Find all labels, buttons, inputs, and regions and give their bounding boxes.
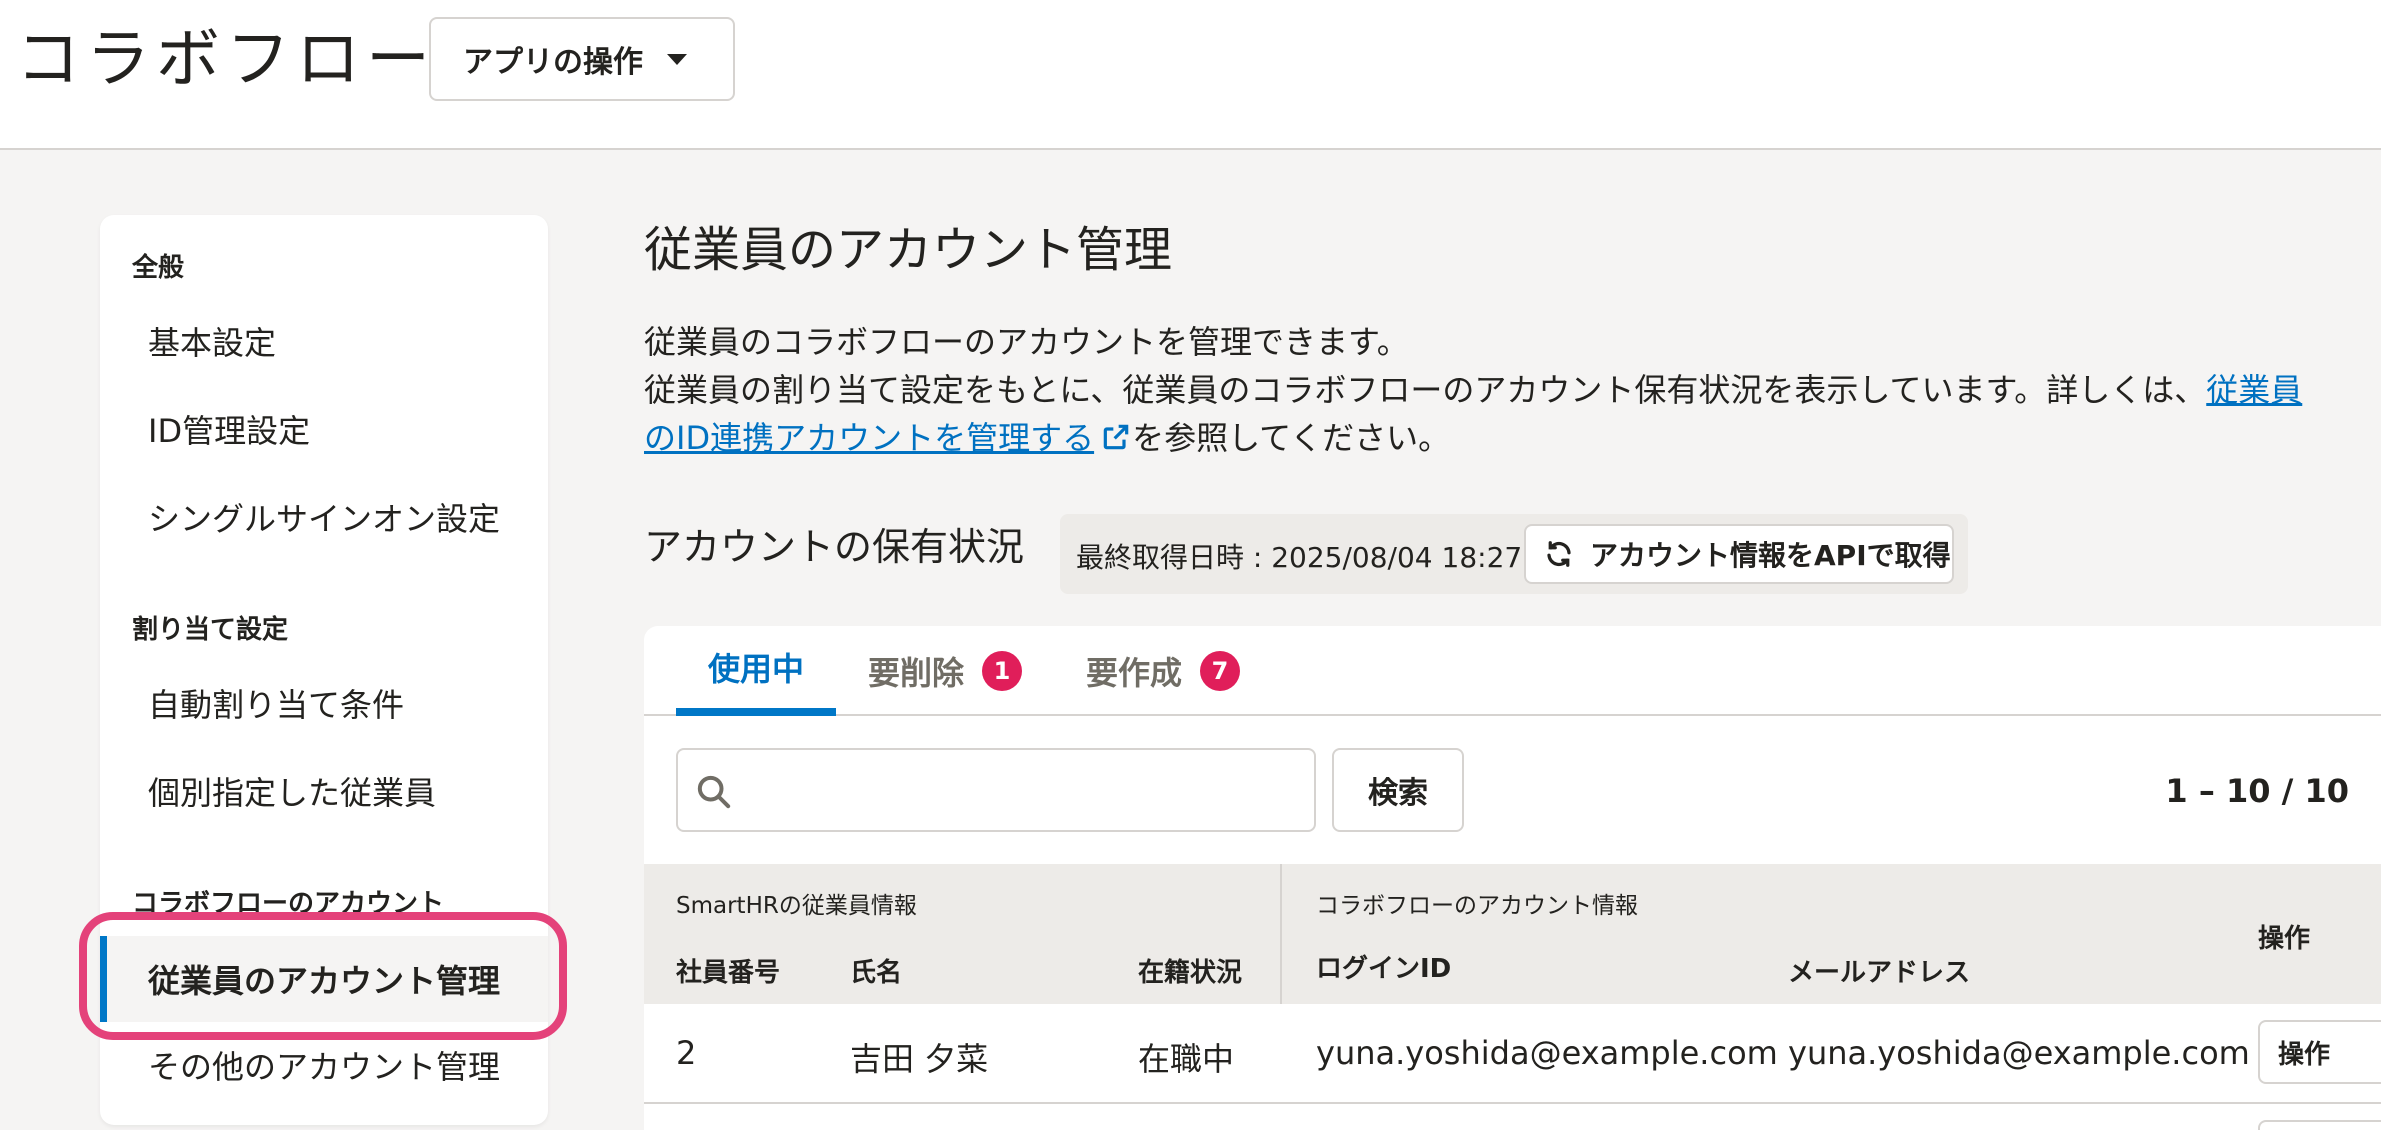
fetch-accounts-label: アカウント情報をAPIで取得 bbox=[1590, 539, 1951, 572]
cell-employee-number: 2 bbox=[676, 1034, 697, 1072]
app-title: コラボフロー bbox=[16, 23, 436, 97]
cell-login-id: yuna.yoshida@example.com bbox=[1316, 1034, 1778, 1072]
tab-in-use[interactable]: 使用中 bbox=[676, 626, 837, 716]
caret-down-icon bbox=[667, 53, 687, 65]
cell-email: yuna.yoshida@example.com bbox=[1788, 1034, 2250, 1072]
page-description: 従業員のコラボフローのアカウントを管理できます。 従業員の割り当て設定をもとに、… bbox=[644, 318, 2334, 466]
count-badge: 7 bbox=[1200, 651, 1241, 691]
sidebar-section-assignment: 割り当て設定 bbox=[132, 615, 289, 645]
sidebar: 全般 基本設定 ID管理設定 シングルサインオン設定 割り当て設定 自動割り当て… bbox=[100, 215, 548, 1125]
description-line-1: 従業員のコラボフローのアカウントを管理できます。 bbox=[644, 323, 1409, 361]
last-fetched-time: 最終取得日時 : 2025/08/04 18:27 bbox=[1076, 541, 1523, 574]
sidebar-item-employee-accounts[interactable]: 従業員のアカウント管理 bbox=[100, 936, 548, 1022]
col-email: メールアドレス bbox=[1788, 958, 1971, 988]
cell-status: 在職中 bbox=[1138, 1040, 1235, 1078]
sidebar-item-individual-employees[interactable]: 個別指定した従業員 bbox=[100, 751, 548, 831]
row-operations-button[interactable] bbox=[2258, 1120, 2381, 1130]
tab-bar: 使用中 要削除 1 要作成 7 bbox=[644, 626, 2381, 716]
cell-name: 吉田 夕菜 bbox=[850, 1040, 989, 1078]
app-operations-label: アプリの操作 bbox=[463, 45, 643, 80]
col-name: 氏名 bbox=[850, 958, 903, 988]
accounts-panel: 使用中 要削除 1 要作成 7 検索 1 – 10 / 10 SmartHRの従… bbox=[644, 626, 2381, 1130]
tab-needs-creation-label: 要作成 bbox=[1086, 654, 1183, 692]
sidebar-section-accounts: コラボフローのアカウント bbox=[132, 889, 445, 919]
count-badge: 1 bbox=[982, 651, 1023, 691]
search-button[interactable]: 検索 bbox=[1332, 748, 1464, 832]
column-divider bbox=[1280, 864, 1282, 1004]
sidebar-item-basic-settings[interactable]: 基本設定 bbox=[100, 301, 548, 381]
col-login-id: ログインID bbox=[1316, 954, 1452, 984]
group-smarthr-info: SmartHRの従業員情報 bbox=[676, 893, 917, 919]
table-row: 2 吉田 夕菜 在職中 yuna.yoshida@example.com yun… bbox=[644, 1004, 2381, 1104]
sidebar-item-id-settings[interactable]: ID管理設定 bbox=[100, 389, 548, 469]
refresh-icon bbox=[1547, 541, 1571, 567]
description-prefix: 従業員の割り当て設定をもとに、従業員のコラボフローのアカウント保有状況を表示して… bbox=[644, 371, 2207, 409]
sidebar-item-auto-assign[interactable]: 自動割り当て条件 bbox=[100, 663, 548, 743]
sidebar-section-general: 全般 bbox=[132, 253, 185, 283]
col-employment-status: 在籍状況 bbox=[1138, 958, 1243, 988]
row-operations-button[interactable]: 操作 bbox=[2258, 1020, 2381, 1084]
search-icon bbox=[697, 775, 731, 809]
external-link-icon bbox=[1100, 418, 1132, 466]
search-input[interactable] bbox=[676, 748, 1316, 832]
sidebar-item-sso-settings[interactable]: シングルサインオン設定 bbox=[100, 477, 548, 557]
tab-needs-deletion-label: 要削除 bbox=[868, 654, 965, 692]
tab-in-use-label: 使用中 bbox=[708, 650, 805, 688]
page-title: 従業員のアカウント管理 bbox=[644, 222, 1173, 278]
group-collaboflow-info: コラボフローのアカウント情報 bbox=[1316, 893, 1638, 919]
tab-needs-deletion[interactable]: 要削除 1 bbox=[868, 626, 1023, 716]
fetch-box: 最終取得日時 : 2025/08/04 18:27 アカウント情報をAPIで取得 bbox=[1060, 514, 1968, 594]
fetch-accounts-button[interactable]: アカウント情報をAPIで取得 bbox=[1524, 524, 1954, 584]
row-operations-label: 操作 bbox=[2278, 1039, 2331, 1070]
tab-needs-creation[interactable]: 要作成 7 bbox=[1086, 626, 1241, 716]
description-line-2: 従業員の割り当て設定をもとに、従業員のコラボフローのアカウント保有状況を表示して… bbox=[644, 366, 2334, 466]
app-operations-dropdown[interactable]: アプリの操作 bbox=[429, 17, 735, 101]
description-suffix: を参照してください。 bbox=[1132, 419, 1451, 457]
sidebar-item-other-accounts[interactable]: その他のアカウント管理 bbox=[100, 1025, 548, 1105]
table-header: SmartHRの従業員情報 コラボフローのアカウント情報 社員番号 氏名 在籍状… bbox=[644, 864, 2381, 1004]
account-status-title: アカウントの保有状況 bbox=[644, 525, 1025, 569]
col-operations: 操作 bbox=[2258, 924, 2311, 954]
pagination-count: 1 – 10 / 10 bbox=[2165, 772, 2349, 810]
col-employee-number: 社員番号 bbox=[676, 958, 781, 988]
app-header: コラボフロー アプリの操作 bbox=[0, 0, 2381, 150]
